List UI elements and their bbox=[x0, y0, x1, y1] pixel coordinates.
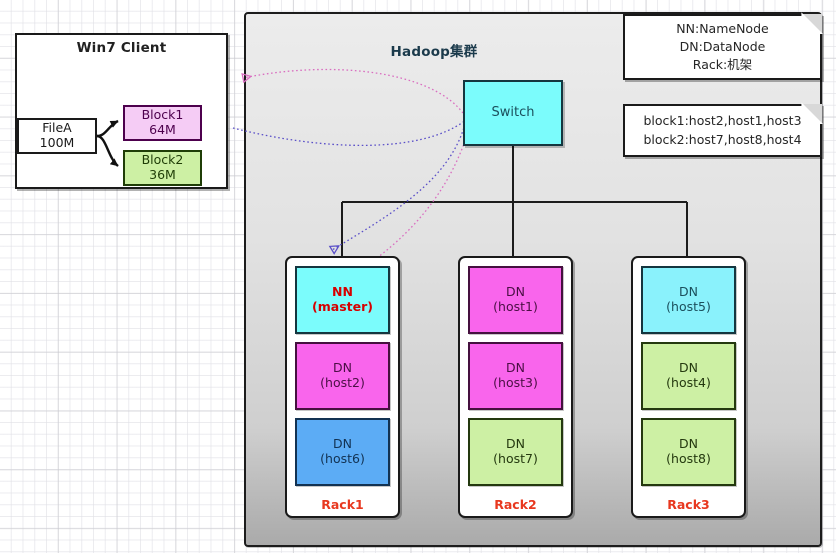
rack1-node-3-role: DN bbox=[333, 436, 352, 452]
rack3-node-2[interactable]: DN (host4) bbox=[641, 342, 736, 410]
block1-size: 64M bbox=[149, 122, 176, 137]
rack2-node-1[interactable]: DN (host1) bbox=[468, 266, 563, 334]
rack3-node-1[interactable]: DN (host5) bbox=[641, 266, 736, 334]
rack1-node-2[interactable]: DN (host2) bbox=[295, 342, 390, 410]
rack2-node-1-host: (host1) bbox=[493, 299, 538, 314]
rack2-node-3-host: (host7) bbox=[493, 451, 538, 466]
rack3-node-3-host: (host8) bbox=[666, 451, 711, 466]
rack3-label: Rack3 bbox=[667, 497, 710, 512]
arrow-filea-to-block1 bbox=[96, 119, 119, 138]
rack2-node-2-host: (host3) bbox=[493, 375, 538, 390]
block2-name: Block2 bbox=[141, 152, 184, 168]
rack1-node-1-host: (master) bbox=[312, 299, 373, 314]
rack1-node-3-host: (host6) bbox=[320, 451, 365, 466]
block1-name: Block1 bbox=[141, 107, 184, 123]
filea-size: 100M bbox=[39, 135, 75, 150]
rack-3[interactable]: DN (host5) DN (host4) DN (host8) Rack3 bbox=[631, 256, 746, 518]
arrow-filea-to-block2 bbox=[96, 134, 119, 167]
rack2-node-2-role: DN bbox=[506, 360, 525, 376]
rack3-node-2-role: DN bbox=[679, 360, 698, 376]
rack2-label: Rack2 bbox=[494, 497, 537, 512]
rack1-node-1[interactable]: NN (master) bbox=[295, 266, 390, 334]
rack3-node-3-role: DN bbox=[679, 436, 698, 452]
rack2-node-2[interactable]: DN (host3) bbox=[468, 342, 563, 410]
filea-box[interactable]: FileA 100M bbox=[17, 118, 97, 154]
rack2-node-3-role: DN bbox=[506, 436, 525, 452]
rack1-label: Rack1 bbox=[321, 497, 364, 512]
rack-2[interactable]: DN (host1) DN (host3) DN (host7) Rack2 bbox=[458, 256, 573, 518]
rack1-node-1-role: NN bbox=[332, 284, 353, 300]
block2-size: 36M bbox=[149, 167, 176, 182]
rack3-node-3[interactable]: DN (host8) bbox=[641, 418, 736, 486]
rack-1[interactable]: NN (master) DN (host2) DN (host6) Rack1 bbox=[285, 256, 400, 518]
block1-box[interactable]: Block1 64M bbox=[123, 105, 202, 141]
rack3-node-2-host: (host4) bbox=[666, 375, 711, 390]
rack3-node-1-role: DN bbox=[679, 284, 698, 300]
rack1-node-2-role: DN bbox=[333, 360, 352, 376]
filea-name: FileA bbox=[42, 120, 72, 136]
rack1-node-2-host: (host2) bbox=[320, 375, 365, 390]
rack3-node-1-host: (host5) bbox=[666, 299, 711, 314]
rack2-node-3[interactable]: DN (host7) bbox=[468, 418, 563, 486]
rack1-node-3[interactable]: DN (host6) bbox=[295, 418, 390, 486]
rack2-node-1-role: DN bbox=[506, 284, 525, 300]
block2-box[interactable]: Block2 36M bbox=[123, 150, 202, 186]
